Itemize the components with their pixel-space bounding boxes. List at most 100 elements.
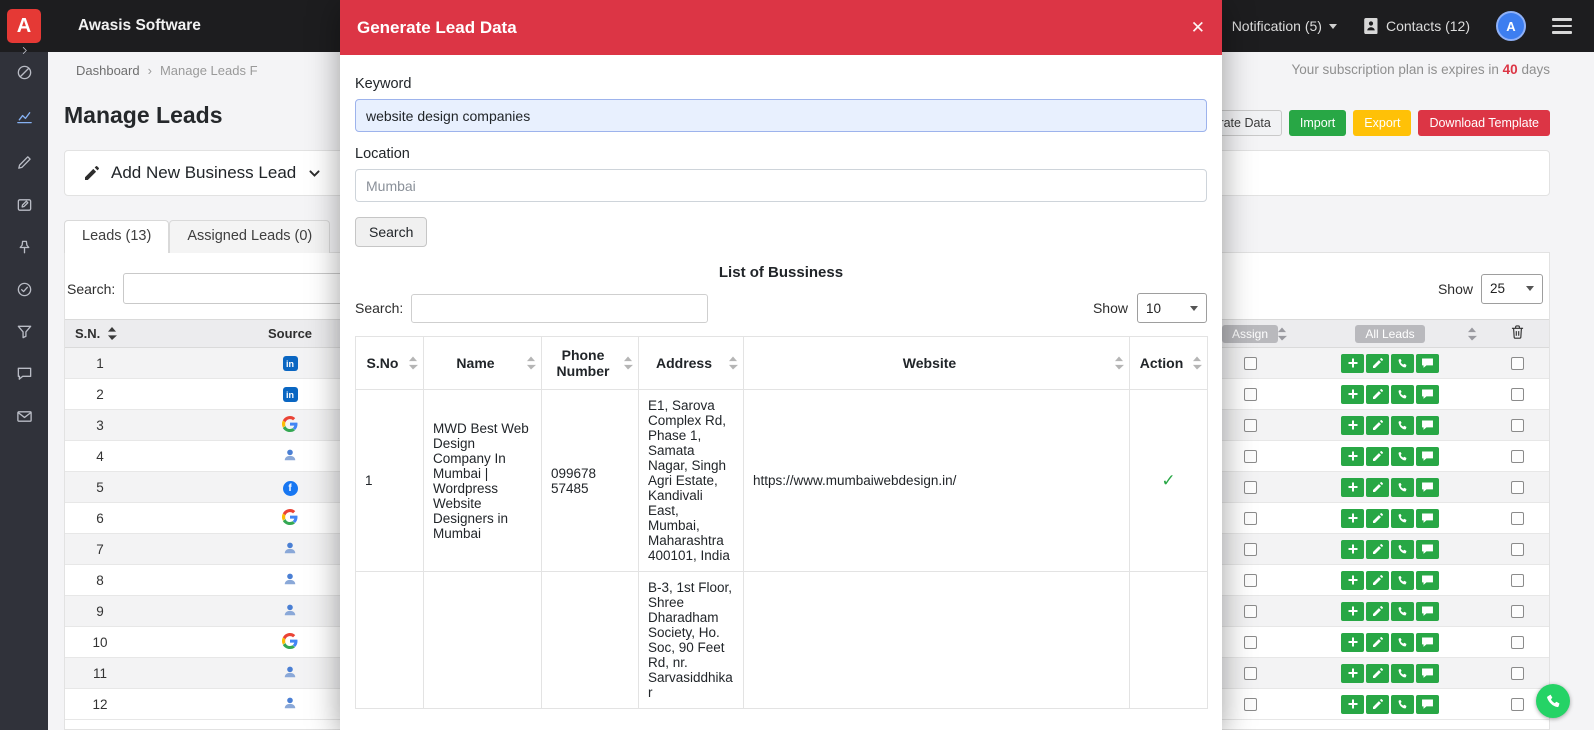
avatar[interactable]: A bbox=[1496, 11, 1526, 41]
sms-button[interactable] bbox=[1416, 570, 1439, 590]
add-button[interactable] bbox=[1341, 601, 1364, 621]
menu-icon[interactable] bbox=[1552, 18, 1572, 34]
delete-checkbox[interactable] bbox=[1510, 667, 1524, 681]
pencil-icon[interactable] bbox=[0, 150, 48, 174]
edit-button[interactable] bbox=[1366, 632, 1389, 652]
call-button[interactable] bbox=[1391, 415, 1414, 435]
name-column-header[interactable]: Name bbox=[423, 336, 542, 390]
add-button[interactable] bbox=[1341, 415, 1364, 435]
delete-column-header[interactable] bbox=[1485, 319, 1549, 348]
check-icon[interactable]: ✓ bbox=[1161, 471, 1175, 490]
sms-button[interactable] bbox=[1416, 601, 1439, 621]
sort-icon[interactable] bbox=[623, 356, 633, 370]
message-edit-icon[interactable] bbox=[0, 193, 48, 217]
edit-button[interactable] bbox=[1366, 415, 1389, 435]
slash-circle-icon[interactable] bbox=[0, 60, 48, 84]
sms-button[interactable] bbox=[1416, 539, 1439, 559]
assign-checkbox[interactable] bbox=[1243, 543, 1257, 557]
assign-checkbox[interactable] bbox=[1243, 605, 1257, 619]
call-button[interactable] bbox=[1391, 384, 1414, 404]
assign-checkbox[interactable] bbox=[1243, 388, 1257, 402]
row-action[interactable]: ✓ bbox=[1129, 389, 1208, 572]
assign-checkbox[interactable] bbox=[1243, 574, 1257, 588]
delete-checkbox[interactable] bbox=[1510, 605, 1524, 619]
filter-icon[interactable] bbox=[0, 319, 48, 343]
edit-button[interactable] bbox=[1366, 508, 1389, 528]
import-button[interactable]: Import bbox=[1288, 110, 1347, 136]
action-column-header[interactable]: Action bbox=[1129, 336, 1208, 390]
assign-checkbox[interactable] bbox=[1243, 357, 1257, 371]
add-button[interactable] bbox=[1341, 508, 1364, 528]
row-action[interactable] bbox=[1129, 571, 1208, 709]
sort-icon[interactable] bbox=[1467, 327, 1477, 340]
delete-checkbox[interactable] bbox=[1510, 357, 1524, 371]
edit-button[interactable] bbox=[1366, 384, 1389, 404]
sort-icon[interactable] bbox=[526, 356, 536, 370]
edit-button[interactable] bbox=[1366, 663, 1389, 683]
add-button[interactable] bbox=[1341, 539, 1364, 559]
trash-icon[interactable] bbox=[1511, 325, 1524, 339]
sms-button[interactable] bbox=[1416, 508, 1439, 528]
sort-icon[interactable] bbox=[1192, 356, 1202, 370]
all-leads-column-header[interactable]: All Leads bbox=[1295, 319, 1485, 348]
chevron-right-icon[interactable] bbox=[0, 38, 48, 62]
tab-leads[interactable]: Leads (13) bbox=[64, 220, 170, 253]
breadcrumb-dashboard[interactable]: Dashboard bbox=[76, 63, 140, 78]
sms-button[interactable] bbox=[1416, 632, 1439, 652]
sms-button[interactable] bbox=[1416, 415, 1439, 435]
sort-icon[interactable] bbox=[107, 327, 118, 340]
call-button[interactable] bbox=[1391, 353, 1414, 373]
edit-button[interactable] bbox=[1366, 570, 1389, 590]
edit-button[interactable] bbox=[1366, 601, 1389, 621]
edit-button[interactable] bbox=[1366, 446, 1389, 466]
business-search-input[interactable] bbox=[411, 293, 709, 323]
modal-page-size-select[interactable]: 10 bbox=[1137, 293, 1207, 323]
sort-icon[interactable] bbox=[1277, 327, 1287, 340]
tab-assigned-leads[interactable]: Assigned Leads (0) bbox=[169, 220, 331, 253]
close-icon[interactable]: ✕ bbox=[1191, 18, 1205, 38]
sms-button[interactable] bbox=[1416, 353, 1439, 373]
add-button[interactable] bbox=[1341, 353, 1364, 373]
download-template-button[interactable]: Download Template bbox=[1418, 110, 1550, 136]
notification-dropdown[interactable]: Notification (5) bbox=[1232, 18, 1337, 34]
website-column-header[interactable]: Website bbox=[743, 336, 1130, 390]
phone-column-header[interactable]: Phone Number bbox=[541, 336, 639, 390]
assign-checkbox[interactable] bbox=[1243, 667, 1257, 681]
call-button[interactable] bbox=[1391, 446, 1414, 466]
add-button[interactable] bbox=[1341, 384, 1364, 404]
edit-button[interactable] bbox=[1366, 694, 1389, 714]
call-button[interactable] bbox=[1391, 663, 1414, 683]
assign-checkbox[interactable] bbox=[1243, 419, 1257, 433]
add-button[interactable] bbox=[1341, 663, 1364, 683]
delete-checkbox[interactable] bbox=[1510, 388, 1524, 402]
chat-icon[interactable] bbox=[0, 361, 48, 385]
call-button[interactable] bbox=[1391, 694, 1414, 714]
whatsapp-button[interactable] bbox=[1536, 684, 1570, 718]
mail-icon[interactable] bbox=[0, 404, 48, 428]
assign-checkbox[interactable] bbox=[1243, 450, 1257, 464]
contacts-button[interactable]: Contacts (12) bbox=[1363, 18, 1470, 34]
sms-button[interactable] bbox=[1416, 694, 1439, 714]
delete-checkbox[interactable] bbox=[1510, 574, 1524, 588]
add-button[interactable] bbox=[1341, 570, 1364, 590]
pin-icon[interactable] bbox=[0, 235, 48, 259]
sort-icon[interactable] bbox=[728, 356, 738, 370]
sn-column-header[interactable]: S.N. bbox=[65, 319, 135, 348]
sms-button[interactable] bbox=[1416, 663, 1439, 683]
add-button[interactable] bbox=[1341, 694, 1364, 714]
location-input[interactable] bbox=[355, 169, 1207, 202]
delete-checkbox[interactable] bbox=[1510, 543, 1524, 557]
call-button[interactable] bbox=[1391, 632, 1414, 652]
edit-button[interactable] bbox=[1366, 539, 1389, 559]
analytics-icon[interactable] bbox=[0, 104, 48, 128]
export-button[interactable]: Export bbox=[1353, 110, 1412, 136]
check-circle-icon[interactable] bbox=[0, 277, 48, 301]
call-button[interactable] bbox=[1391, 477, 1414, 497]
keyword-input[interactable] bbox=[355, 99, 1207, 132]
delete-checkbox[interactable] bbox=[1510, 512, 1524, 526]
assign-checkbox[interactable] bbox=[1243, 512, 1257, 526]
delete-checkbox[interactable] bbox=[1510, 481, 1524, 495]
sort-icon[interactable] bbox=[1114, 356, 1124, 370]
assign-checkbox[interactable] bbox=[1243, 636, 1257, 650]
edit-button[interactable] bbox=[1366, 477, 1389, 497]
